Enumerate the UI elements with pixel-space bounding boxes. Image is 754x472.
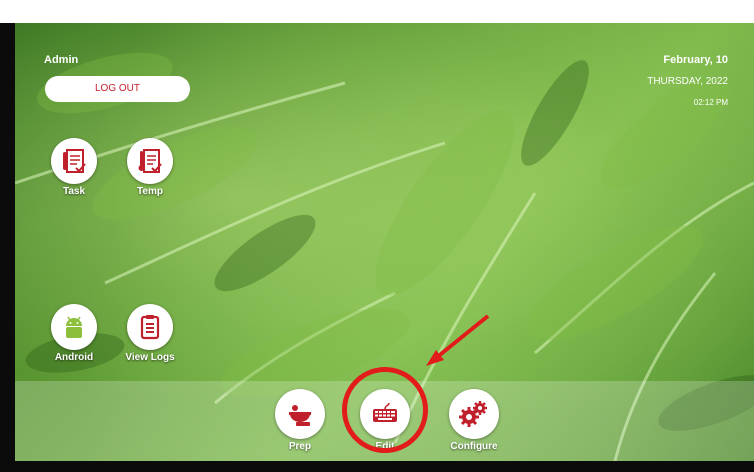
time-label: 02:12 PM <box>693 98 728 107</box>
gears-icon <box>449 389 499 439</box>
prep-label: Prep <box>288 441 312 452</box>
clipboard-icon <box>127 304 173 350</box>
temp-label: Temp <box>137 186 163 197</box>
android-app[interactable]: Android <box>44 304 104 363</box>
task-icon <box>51 138 97 184</box>
view-logs-label: View Logs <box>125 352 175 363</box>
android-icon <box>51 304 97 350</box>
task-label: Task <box>62 186 86 197</box>
temp-app[interactable]: Temp <box>120 138 180 197</box>
view-logs-app[interactable]: View Logs <box>120 304 180 363</box>
weekday-year-line: THURSDAY, 2022 <box>647 76 728 87</box>
logout-button[interactable]: LOG OUT <box>45 76 190 102</box>
user-name: Admin <box>44 54 79 66</box>
configure-label: Configure <box>450 441 498 452</box>
prep-app[interactable]: Prep <box>270 389 330 452</box>
date-line: February, 10 <box>663 54 728 66</box>
food-prep-icon <box>275 389 325 439</box>
task-app[interactable]: Task <box>44 138 104 197</box>
highlight-circle <box>342 367 428 453</box>
window-controls[interactable]: ⧉ ✕ <box>723 10 748 23</box>
configure-app[interactable]: Configure <box>444 389 504 452</box>
android-label: Android <box>54 352 94 363</box>
temperature-log-icon <box>127 138 173 184</box>
top-margin <box>0 0 754 23</box>
